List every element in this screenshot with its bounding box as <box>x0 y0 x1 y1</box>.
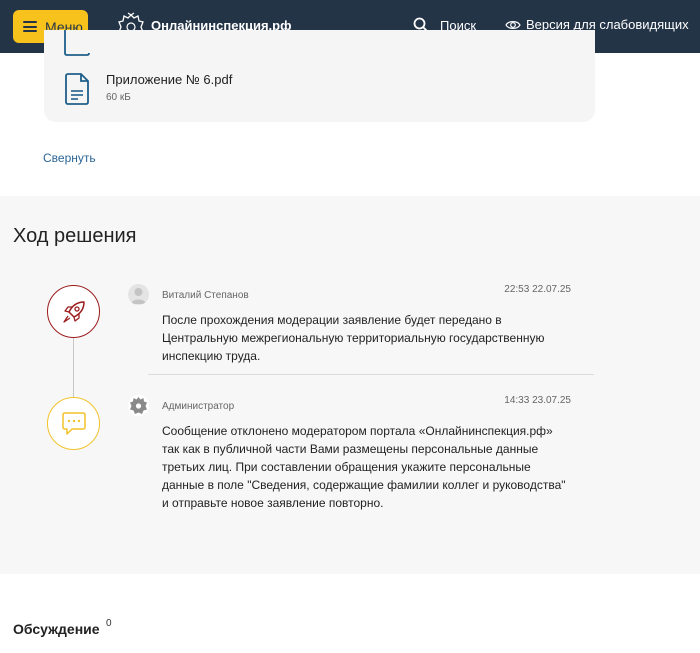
entry-time: 14:33 23.07.25 <box>504 395 571 406</box>
discussion-count: 0 <box>106 618 112 629</box>
section-title: Ход решения <box>13 225 137 247</box>
entry-message: После прохождения модерации заявление бу… <box>162 313 545 363</box>
discussion-title: Обсуждение <box>13 621 100 637</box>
entry-author: Виталий Степанов <box>162 290 249 301</box>
entry-author: Администратор <box>162 401 235 412</box>
entry-time: 22:53 22.07.25 <box>504 284 571 295</box>
avatar <box>128 284 149 305</box>
attachment-info: Приложение № 6.pdf 60 кБ <box>106 72 232 103</box>
emblem-icon <box>130 397 147 414</box>
timeline-status-circle <box>47 397 100 450</box>
rocket-icon <box>62 300 85 323</box>
user-icon <box>131 288 146 304</box>
attachment-file[interactable]: Приложение № 6.pdf 60 кБ <box>64 72 232 105</box>
eye-icon <box>505 20 521 29</box>
attachment-file-size: 60 кБ <box>106 92 131 103</box>
chat-icon <box>61 411 86 435</box>
timeline-line <box>73 336 74 398</box>
document-icon <box>64 30 90 56</box>
entry-divider <box>148 374 594 375</box>
avatar <box>128 395 149 416</box>
attachments-card: Приложение № 6.pdf 60 кБ <box>44 30 595 122</box>
timeline-status-circle <box>47 285 100 338</box>
hamburger-icon <box>23 21 37 32</box>
collapse-link[interactable]: Свернуть <box>43 151 96 165</box>
entry-message: Сообщение отклонено модератором портала … <box>162 424 566 510</box>
attachment-file-name[interactable]: Приложение № 6.pdf <box>106 72 232 87</box>
document-icon <box>65 73 89 105</box>
progress-section: Ход решения Виталий Степанов 22:53 22.07… <box>0 196 700 574</box>
